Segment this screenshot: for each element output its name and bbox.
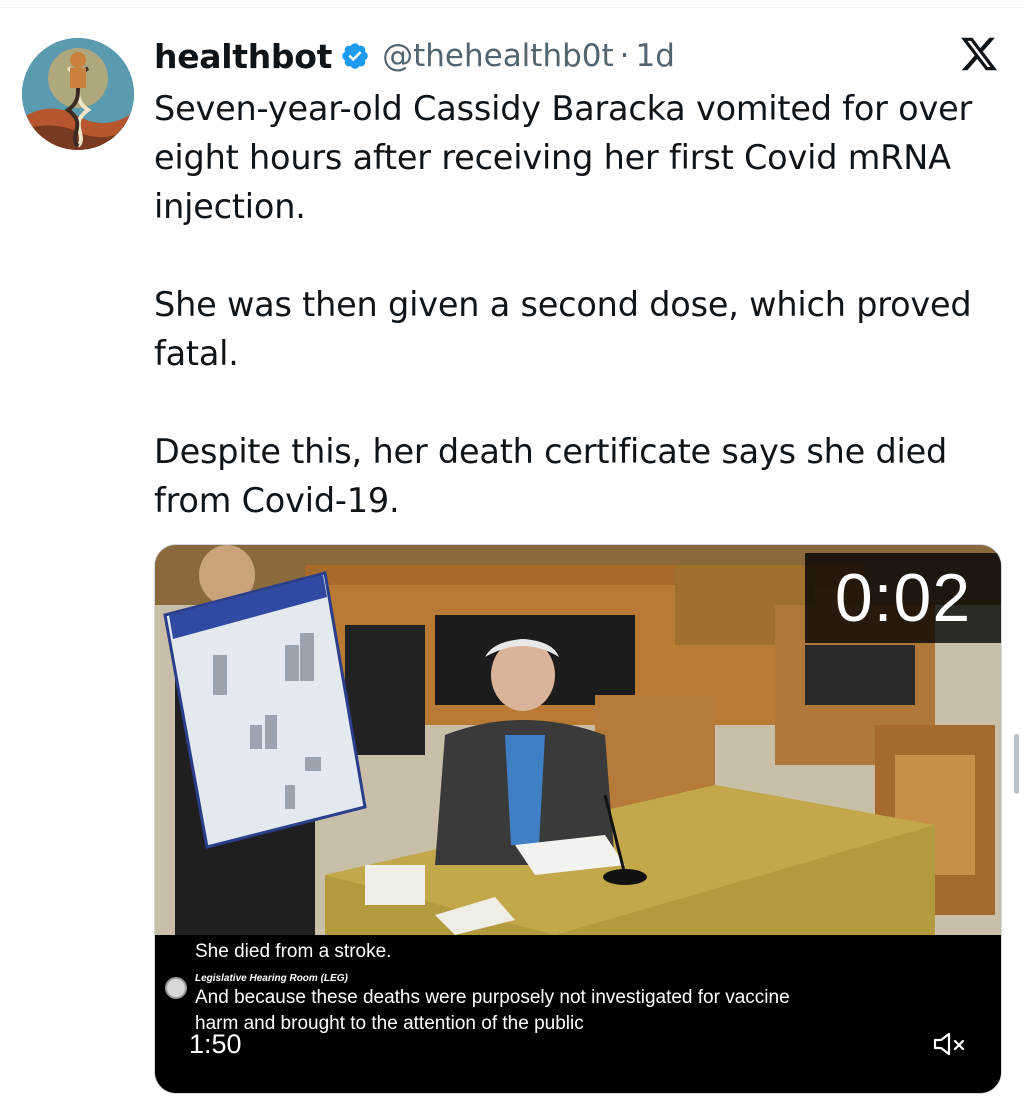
tweet-text: Seven-year-old Cassidy Baracka vomited f…: [154, 84, 1014, 525]
video-player[interactable]: 0:02 She died from a stroke. Legislative…: [154, 544, 1002, 1094]
scrollbar-thumb[interactable]: [1014, 734, 1019, 794]
tweet[interactable]: healthbot @thehealthb0t · 1d Seven-year-…: [0, 0, 1024, 1109]
verified-badge-icon: [342, 43, 368, 69]
video-duration: 1:50: [189, 1029, 242, 1059]
timestamp[interactable]: 1d: [636, 38, 675, 74]
tweet-paragraph-3: Despite this, her death certificate says…: [154, 432, 948, 520]
tweet-paragraph-2: She was then given a second dose, which …: [154, 285, 972, 373]
video-timer-overlay: 0:02: [805, 553, 1001, 643]
caption-line-1: She died from a stroke.: [195, 941, 392, 962]
handle[interactable]: @thehealthb0t: [382, 38, 614, 74]
caption-bar: She died from a stroke. Legislative Hear…: [155, 935, 1001, 1093]
avatar[interactable]: [22, 38, 134, 150]
speaker-avatar-icon: [165, 977, 187, 999]
caption-line-2: And because these deaths were purposely …: [195, 987, 790, 1008]
caption-room-label: Legislative Hearing Room (LEG): [195, 973, 348, 984]
display-name[interactable]: healthbot: [154, 37, 332, 76]
mute-icon[interactable]: [933, 1031, 967, 1057]
tweet-paragraph-1: Seven-year-old Cassidy Baracka vomited f…: [154, 89, 973, 226]
separator-dot: ·: [619, 38, 630, 74]
tweet-header: healthbot @thehealthb0t · 1d: [154, 34, 675, 78]
avatar-image: [22, 38, 134, 150]
x-logo-icon[interactable]: [958, 34, 1000, 74]
caption-line-3: harm and brought to the attention of the…: [195, 1013, 584, 1034]
